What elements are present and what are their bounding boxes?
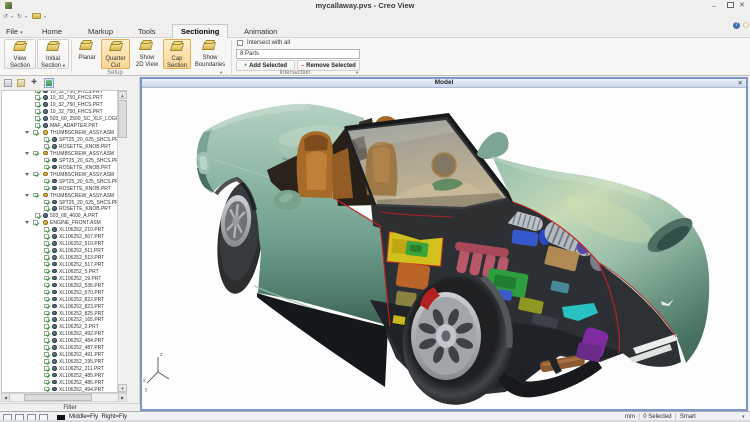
svg-text:z: z xyxy=(160,352,163,358)
svg-text:y: y xyxy=(145,387,148,393)
svg-text:x: x xyxy=(143,378,146,384)
